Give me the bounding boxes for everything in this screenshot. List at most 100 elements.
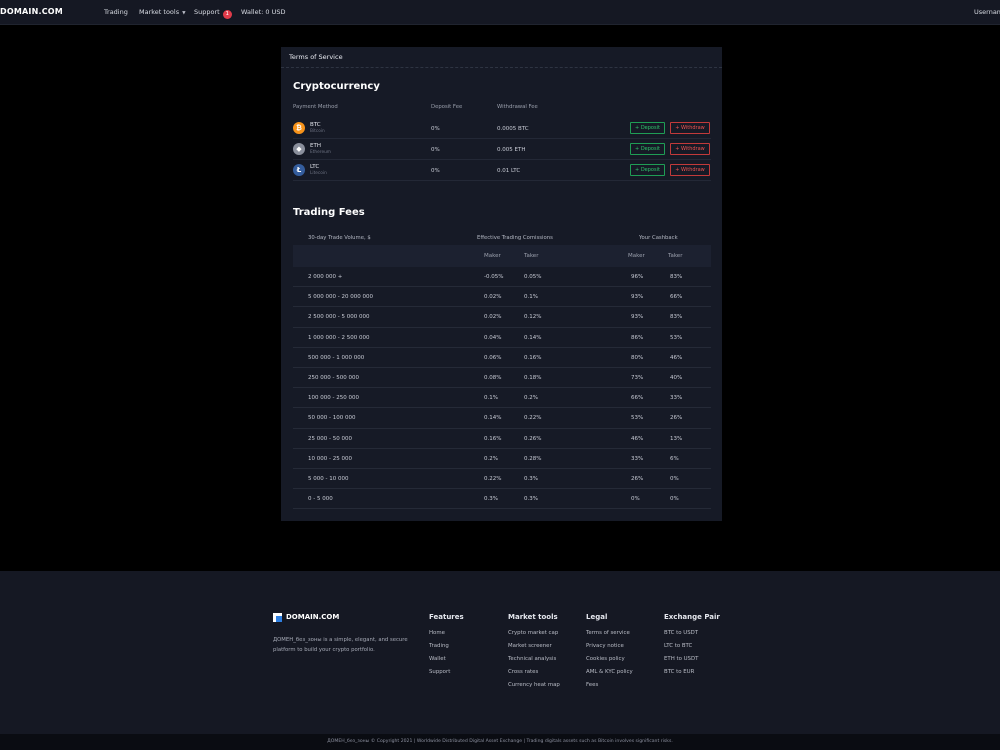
volume-range: 50 000 - 100 000	[308, 415, 356, 422]
nav-item-market-tools[interactable]: Market tools ▼	[139, 8, 186, 16]
footer-link-features[interactable]: Support	[429, 669, 450, 675]
footer-link-legal[interactable]: AML & KYC policy	[586, 669, 633, 675]
col-head-withdrawal-fee: Withdrawal Fee	[497, 104, 538, 110]
commission-taker: 0.18%	[524, 375, 542, 381]
commission-maker: 0.14%	[484, 415, 502, 422]
footer-link-exchange-pair[interactable]: BTC to USDT	[664, 630, 698, 636]
footer-link-legal[interactable]: Cookies policy	[586, 656, 625, 662]
ethereum-icon: ◆	[293, 143, 305, 155]
footer-link-market-tools[interactable]: Crypto market cap	[508, 630, 558, 636]
footer-link-market-tools[interactable]: Technical analysis	[508, 656, 556, 662]
fee-row: 5 000 - 10 000 0.22% 0.3% 26% 0%	[293, 469, 711, 490]
footer-link-features[interactable]: Trading	[429, 643, 449, 649]
withdraw-button[interactable]: + Withdraw	[670, 164, 710, 176]
footer-link-legal[interactable]: Privacy notice	[586, 643, 624, 649]
footer-link-legal[interactable]: Terms of service	[586, 630, 630, 636]
cashback-maker: 46%	[631, 435, 644, 442]
sub-head-maker: Maker	[484, 253, 501, 259]
terms-of-service-card: Terms of Service Cryptocurrency Payment …	[281, 47, 722, 521]
logo-icon	[273, 613, 282, 622]
footer-link-legal[interactable]: Fees	[586, 682, 598, 688]
col-head-deposit-fee: Deposit Fee	[431, 104, 463, 110]
commission-maker: 0.2%	[484, 455, 498, 462]
cashback-taker: 53%	[670, 334, 683, 341]
cashback-maker: 73%	[631, 375, 644, 381]
fee-row: 500 000 - 1 000 000 0.06% 0.16% 80% 46%	[293, 348, 711, 368]
cashback-taker: 83%	[670, 274, 683, 280]
volume-range: 2 000 000 +	[308, 274, 343, 280]
cashback-taker: 40%	[670, 375, 683, 381]
volume-range: 1 000 000 - 2 500 000	[308, 334, 370, 341]
fee-row: 1 000 000 - 2 500 000 0.04% 0.14% 86% 53%	[293, 328, 711, 348]
withdraw-button[interactable]: + Withdraw	[670, 143, 710, 155]
crypto-row-ltc: Ł LTC Litecoin 0% 0.01 LTC + Deposit + Withdra…	[293, 160, 711, 181]
fee-row: 100 000 - 250 000 0.1% 0.2% 66% 33%	[293, 388, 711, 409]
deposit-button[interactable]: + Deposit	[630, 143, 665, 155]
footer-link-features[interactable]: Home	[429, 630, 445, 636]
user-menu[interactable]: Username	[974, 8, 1000, 16]
nav-item-wallet[interactable]: Wallet: 0 USD	[241, 8, 286, 16]
footer-col-title-market-tools: Market tools	[508, 613, 558, 621]
footer-col-title-features: Features	[429, 613, 464, 621]
coin-name: Ethereum	[310, 150, 331, 155]
withdrawal-fee-value: 0.0005 BTC	[497, 126, 529, 132]
cashback-taker: 83%	[670, 314, 683, 321]
footer-link-market-tools[interactable]: Market screener	[508, 643, 552, 649]
crypto-section-title: Cryptocurrency	[293, 81, 380, 92]
footer-link-market-tools[interactable]: Currency heat map	[508, 682, 560, 688]
cashback-maker: 33%	[631, 455, 644, 462]
col-head-trade-volume: 30-day Trade Volume, $	[308, 235, 371, 241]
deposit-fee-value: 0%	[431, 147, 440, 153]
commission-taker: 0.3%	[524, 496, 538, 503]
cashback-maker: 53%	[631, 415, 644, 422]
fees-subheader-row: Maker Taker Maker Taker	[293, 245, 711, 267]
footer-link-exchange-pair[interactable]: ETH to USDT	[664, 656, 698, 662]
cashback-maker: 86%	[631, 334, 644, 341]
footer-logo[interactable]: DOMAIN.COM	[286, 613, 339, 621]
commission-taker: 0.28%	[524, 455, 542, 462]
fees-section-title: Trading Fees	[293, 207, 365, 218]
footer-link-market-tools[interactable]: Cross rates	[508, 669, 538, 675]
footer-link-features[interactable]: Wallet	[429, 656, 446, 662]
site-logo[interactable]: DOMAIN.COM	[0, 7, 63, 16]
col-head-payment-method: Payment Method	[293, 104, 338, 110]
commission-maker: 0.3%	[484, 496, 498, 503]
deposit-button[interactable]: + Deposit	[630, 164, 665, 176]
deposit-button[interactable]: + Deposit	[630, 122, 665, 134]
deposit-fee-value: 0%	[431, 168, 440, 174]
card-header-title: Terms of Service	[281, 47, 722, 68]
nav-item-market-tools-label: Market tools	[139, 8, 180, 16]
withdrawal-fee-value: 0.005 ETH	[497, 147, 526, 153]
volume-range: 10 000 - 25 000	[308, 455, 352, 462]
coin-symbol: ETH	[310, 143, 321, 149]
chevron-down-icon: ▼	[182, 11, 186, 16]
support-notification-badge: 1	[222, 10, 232, 19]
commission-maker: 0.02%	[484, 314, 502, 321]
volume-range: 25 000 - 50 000	[308, 435, 352, 442]
fee-row: 50 000 - 100 000 0.14% 0.22% 53% 26%	[293, 408, 711, 429]
footer-link-exchange-pair[interactable]: LTC to BTC	[664, 643, 692, 649]
footer-link-exchange-pair[interactable]: BTC to EUR	[664, 669, 694, 675]
cashback-taker: 46%	[670, 354, 683, 361]
volume-range: 5 000 000 - 20 000 000	[308, 294, 373, 301]
coin-name: Litecoin	[310, 171, 327, 176]
cashback-maker: 0%	[631, 496, 640, 503]
site-footer: DOMAIN.COM ДОМЕН_без_зоны is a simple, e…	[0, 571, 1000, 734]
footer-description: ДОМЕН_без_зоны is a simple, elegant, and…	[273, 637, 408, 653]
cashback-taker: 66%	[670, 294, 683, 301]
commission-maker: 0.02%	[484, 294, 502, 301]
col-head-trading-commissions: Effective Trading Comissions	[477, 235, 553, 241]
withdraw-button[interactable]: + Withdraw	[670, 122, 710, 134]
volume-range: 0 - 5 000	[308, 496, 333, 503]
commission-maker: -0.05%	[484, 274, 504, 280]
commission-taker: 0.05%	[524, 274, 542, 280]
cashback-taker: 13%	[670, 435, 683, 442]
volume-range: 2 500 000 - 5 000 000	[308, 314, 370, 321]
nav-item-trading[interactable]: Trading	[104, 8, 128, 16]
coin-symbol: BTC	[310, 122, 321, 128]
coin-name: Bitcoin	[310, 129, 325, 134]
cashback-taker: 33%	[670, 395, 683, 402]
fee-row: 250 000 - 500 000 0.08% 0.18% 73% 40%	[293, 368, 711, 389]
commission-taker: 0.3%	[524, 476, 538, 482]
nav-item-support[interactable]: Support 1	[194, 8, 232, 19]
